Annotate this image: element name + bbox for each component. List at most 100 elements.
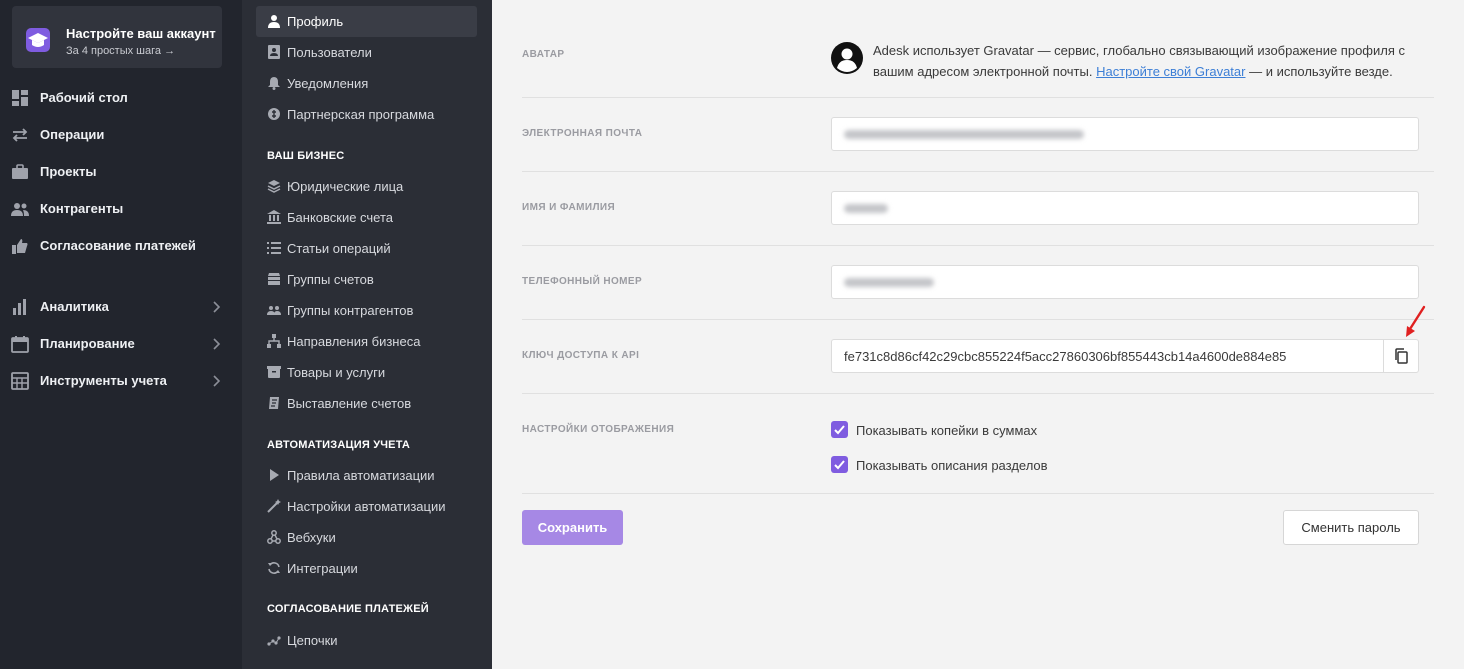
settings-item-label: Партнерская программа [287, 107, 435, 122]
chevron-right-icon [213, 301, 221, 313]
bell-icon [268, 77, 280, 90]
settings-item-label: Статьи операций [287, 241, 391, 256]
change-password-button[interactable]: Сменить пароль [1283, 510, 1419, 545]
redacted-email-value [844, 130, 1084, 139]
account-setup-card[interactable]: Настройте ваш аккаунт За 4 простых шага … [12, 6, 222, 68]
layers-icon [267, 180, 281, 193]
nav-payment-approval[interactable]: Согласование платежей [0, 227, 242, 264]
email-field[interactable] [831, 117, 1419, 151]
settings-item-integrations[interactable]: Интеграции [256, 553, 477, 584]
settings-item-label: Цепочки [287, 633, 338, 648]
name-field[interactable] [831, 191, 1419, 225]
settings-item-label: Настройки автоматизации [287, 499, 446, 514]
bank-icon [267, 210, 281, 224]
settings-item-users[interactable]: Пользователи [256, 37, 477, 68]
settings-item-label: Банковские счета [287, 210, 394, 225]
list-icon [267, 242, 281, 254]
bar-chart-icon [13, 299, 26, 315]
settings-item-label: Вебхуки [287, 530, 336, 545]
nav-counterparties[interactable]: Контрагенты [0, 190, 242, 227]
box-icon [267, 366, 281, 378]
nav-analytics[interactable]: Аналитика [0, 288, 242, 325]
settings-item-label: Группы счетов [287, 272, 374, 287]
dashboard-icon [12, 90, 28, 106]
setup-subtitle[interactable]: За 4 простых шага → [66, 45, 175, 57]
settings-item-label: Выставление счетов [287, 396, 412, 411]
settings-item-partner[interactable]: Партнерская программа [256, 99, 477, 130]
settings-item-label: Интеграции [287, 561, 358, 576]
nav-label: Проекты [40, 164, 97, 179]
show-descriptions-checkbox[interactable] [831, 456, 848, 473]
coin-icon [268, 108, 280, 120]
settings-item-label: Уведомления [287, 76, 369, 91]
checkmark-icon [834, 425, 845, 435]
chain-icon [267, 636, 281, 646]
chevron-right-icon [213, 375, 221, 387]
nav-label: Согласование платежей [40, 238, 196, 253]
settings-item-webhooks[interactable]: Вебхуки [256, 522, 477, 553]
section-title-business: ВАШ БИЗНЕС [267, 150, 345, 162]
settings-sidebar: Профиль Пользователи Уведомления Партнер… [242, 0, 492, 669]
calendar-icon [11, 336, 29, 353]
settings-item-counterparty-groups[interactable]: Группы контрагентов [256, 295, 477, 326]
settings-item-automation-settings[interactable]: Настройки автоматизации [256, 491, 477, 522]
webhook-icon [267, 530, 281, 544]
briefcase-icon [12, 164, 28, 179]
display-settings-label: НАСТРОЙКИ ОТОБРАЖЕНИЯ [522, 424, 675, 435]
copy-api-key-button[interactable] [1383, 340, 1418, 372]
show-kopecks-checkbox[interactable] [831, 421, 848, 438]
user-group-icon [267, 306, 281, 315]
gravatar-text-after: — и используйте везде. [1245, 64, 1393, 79]
settings-item-label: Пользователи [287, 45, 372, 60]
nav-label: Контрагенты [40, 201, 124, 216]
nav-label: Планирование [40, 336, 135, 351]
calculator-icon [11, 372, 29, 390]
divider [522, 319, 1434, 320]
magic-wand-icon [267, 499, 281, 513]
graduation-cap-icon [26, 28, 50, 52]
users-icon [11, 203, 29, 216]
settings-item-goods-services[interactable]: Товары и услуги [256, 357, 477, 388]
stack-icon [268, 273, 280, 285]
divider [522, 97, 1434, 98]
settings-item-label: Правила автоматизации [287, 468, 435, 483]
settings-item-legal-entities[interactable]: Юридические лица [256, 171, 477, 202]
gravatar-description: Adesk использует Gravatar — сервис, глоб… [873, 40, 1428, 82]
redacted-phone-value [844, 278, 934, 287]
settings-item-business-lines[interactable]: Направления бизнеса [256, 326, 477, 357]
sitemap-icon [267, 334, 281, 348]
copy-icon [1395, 348, 1408, 364]
api-key-field[interactable]: fe731c8d86cf42c29cbc855224f5acc27860306b… [831, 339, 1419, 373]
phone-label: ТЕЛЕФОННЫЙ НОМЕР [522, 276, 643, 287]
redacted-name-value [844, 204, 888, 213]
profile-settings: АВАТАР Adesk использует Gravatar — серви… [492, 0, 1464, 669]
play-icon [270, 469, 279, 481]
settings-item-account-groups[interactable]: Группы счетов [256, 264, 477, 295]
settings-item-invoicing[interactable]: Выставление счетов [256, 388, 477, 419]
divider [522, 245, 1434, 246]
nav-projects[interactable]: Проекты [0, 153, 242, 190]
person-icon [268, 15, 280, 28]
nav-label: Аналитика [40, 299, 109, 314]
name-label: ИМЯ И ФАМИЛИЯ [522, 202, 616, 213]
avatar-icon [831, 42, 863, 74]
phone-field[interactable] [831, 265, 1419, 299]
nav-operations[interactable]: Операции [0, 116, 242, 153]
nav-dashboard[interactable]: Рабочий стол [0, 79, 242, 116]
nav-accounting-tools[interactable]: Инструменты учета [0, 362, 242, 399]
show-descriptions-label: Показывать описания разделов [856, 458, 1048, 473]
settings-item-label: Направления бизнеса [287, 334, 421, 349]
nav-planning[interactable]: Планирование [0, 325, 242, 362]
settings-item-profile[interactable]: Профиль [256, 6, 477, 37]
transfer-icon [12, 128, 28, 142]
settings-item-bank-accounts[interactable]: Банковские счета [256, 202, 477, 233]
settings-item-operation-categories[interactable]: Статьи операций [256, 233, 477, 264]
settings-item-automation-rules[interactable]: Правила автоматизации [256, 460, 477, 491]
settings-item-notifications[interactable]: Уведомления [256, 68, 477, 99]
save-button[interactable]: Сохранить [522, 510, 623, 545]
sync-icon [268, 562, 280, 574]
settings-item-label: Группы контрагентов [287, 303, 414, 318]
settings-item-chains[interactable]: Цепочки [256, 625, 477, 656]
settings-item-label: Товары и услуги [287, 365, 386, 380]
gravatar-link[interactable]: Настройте свой Gravatar [1096, 64, 1245, 79]
